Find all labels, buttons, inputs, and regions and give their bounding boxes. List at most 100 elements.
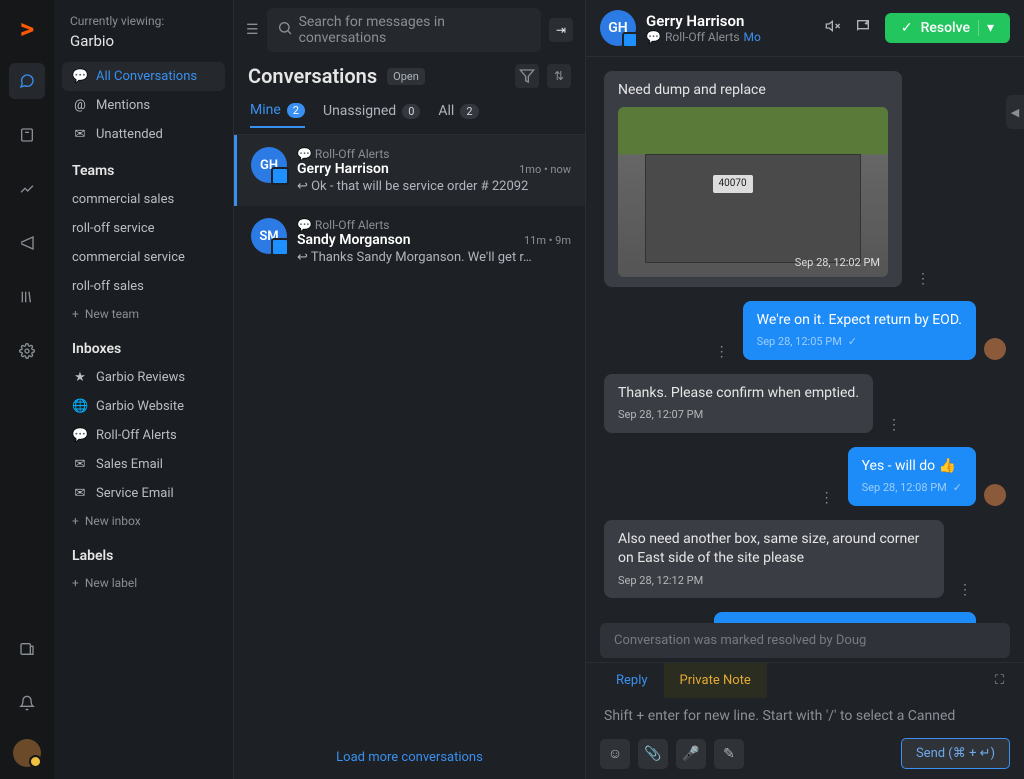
- team-label: commercial sales: [72, 192, 174, 207]
- tab-all[interactable]: All2: [438, 102, 478, 128]
- agent-avatar[interactable]: [984, 484, 1006, 506]
- message-menu-icon[interactable]: ⋮: [709, 344, 735, 360]
- sidebar-item-icon: 💬: [72, 69, 88, 84]
- inbox-item[interactable]: 🌐 Garbio Website: [62, 392, 225, 421]
- compose-input[interactable]: Shift + enter for new line. Start with '…: [600, 698, 1010, 738]
- team-item[interactable]: commercial service: [62, 243, 225, 272]
- sidebar-item-icon: @: [72, 98, 88, 113]
- rail-campaigns-icon[interactable]: [9, 225, 45, 261]
- chevron-down-icon[interactable]: ▾: [978, 20, 994, 36]
- conversations-panel: ☰ Search for messages in conversations ⇥…: [234, 0, 586, 779]
- inbox-label: Garbio Website: [96, 399, 184, 414]
- send-transcript-icon[interactable]: [855, 18, 871, 38]
- sidebar-item-unattended[interactable]: ✉ Unattended: [62, 120, 225, 149]
- check-icon: ✓: [901, 20, 913, 36]
- expand-sidepanel-icon[interactable]: ◀: [1006, 95, 1024, 129]
- labels-section-title: Labels: [62, 534, 225, 570]
- user-avatar[interactable]: [13, 739, 41, 767]
- more-link[interactable]: Mo: [744, 30, 761, 44]
- message-row: Thanks. Please confirm when emptied. Sep …: [604, 374, 1006, 433]
- inbox-icon: 💬: [72, 428, 88, 443]
- inbox-item[interactable]: ★Garbio Reviews: [62, 363, 225, 392]
- chat-channel-name: Roll-Off Alerts: [665, 30, 740, 44]
- team-item[interactable]: commercial sales: [62, 185, 225, 214]
- sidebar-item-label: Mentions: [96, 98, 150, 113]
- tab-mine[interactable]: Mine2: [250, 102, 305, 128]
- conversation-item[interactable]: SM 💬 Roll-Off Alerts Sandy Morganson11m …: [234, 206, 585, 277]
- expand-icon[interactable]: ⛶: [989, 663, 1010, 698]
- inbox-label: Roll-Off Alerts: [96, 428, 177, 443]
- audio-icon[interactable]: 🎤: [676, 739, 706, 769]
- sidebar: Currently viewing: Garbio 💬All Conversat…: [54, 0, 234, 779]
- team-label: roll-off sales: [72, 279, 144, 294]
- rail-contacts-icon[interactable]: [9, 117, 45, 153]
- menu-icon[interactable]: ☰: [246, 22, 259, 38]
- message-menu-icon[interactable]: ⋮: [814, 490, 840, 506]
- sidebar-item-icon: ✉: [72, 127, 88, 142]
- filter-icon[interactable]: [515, 64, 539, 88]
- sidebar-item-label: Unattended: [96, 127, 163, 142]
- message-timestamp: Sep 28, 12:07 PM: [618, 407, 859, 422]
- search-input[interactable]: Search for messages in conversations: [267, 8, 541, 52]
- contact-avatar[interactable]: GH: [600, 10, 636, 46]
- inbox-label: Sales Email: [96, 457, 163, 472]
- outgoing-bubble: Ok - that will be service order # 22092S…: [714, 612, 976, 623]
- incoming-bubble: Also need another box, same size, around…: [604, 520, 944, 599]
- inbox-icon: 🌐: [72, 399, 88, 414]
- sidebar-item-all-conversations[interactable]: 💬 All Conversations: [62, 62, 225, 91]
- message-attachment[interactable]: 40070Sep 28, 12:02 PM: [618, 107, 888, 277]
- rail-settings-icon[interactable]: [9, 333, 45, 369]
- rail-library-icon[interactable]: [9, 279, 45, 315]
- inbox-item[interactable]: ✉Service Email: [62, 479, 225, 508]
- inbox-item[interactable]: 💬 Roll-Off Alerts: [62, 421, 225, 450]
- tab-count: 0: [402, 104, 420, 119]
- new-inbox-button[interactable]: +New inbox: [62, 508, 225, 534]
- inbox-label: Service Email: [96, 486, 174, 501]
- new-team-button[interactable]: +New team: [62, 301, 225, 327]
- incoming-bubble: Thanks. Please confirm when emptied. Sep …: [604, 374, 873, 433]
- rail-docs-icon[interactable]: [9, 631, 45, 667]
- tab-unassigned[interactable]: Unassigned0: [323, 102, 420, 128]
- team-item[interactable]: roll-off sales: [62, 272, 225, 301]
- load-more-button[interactable]: Load more conversations: [234, 736, 585, 779]
- message-menu-icon[interactable]: ⋮: [881, 417, 907, 433]
- resolve-button[interactable]: ✓ Resolve ▾: [885, 13, 1010, 43]
- conversation-time: 1mo • now: [519, 163, 571, 176]
- message-text: We're on it. Expect return by EOD.: [757, 311, 962, 331]
- outgoing-bubble: Yes - will do 👍Sep 28, 12:08 PM ✓: [848, 447, 976, 506]
- mute-icon[interactable]: [825, 18, 841, 38]
- collapse-icon[interactable]: ⇥: [549, 18, 573, 42]
- teams-section-title: Teams: [62, 149, 225, 185]
- check-icon: ✓: [848, 334, 857, 349]
- sidebar-item-label: All Conversations: [96, 69, 197, 84]
- rail-reports-icon[interactable]: [9, 171, 45, 207]
- emoji-icon[interactable]: ☺: [600, 739, 630, 769]
- workspace-name[interactable]: Garbio: [62, 32, 225, 62]
- team-item[interactable]: roll-off service: [62, 214, 225, 243]
- rich-editor-icon[interactable]: ✎: [714, 739, 744, 769]
- sidebar-item-mentions[interactable]: @ Mentions: [62, 91, 225, 120]
- new-label-button[interactable]: +New label: [62, 570, 225, 596]
- incoming-bubble: Need dump and replace40070Sep 28, 12:02 …: [604, 71, 902, 287]
- agent-avatar[interactable]: [984, 338, 1006, 360]
- tab-count: 2: [460, 104, 478, 119]
- chat-header: GH Gerry Harrison 💬 Roll-Off Alerts Mo ✓…: [586, 0, 1024, 57]
- message-menu-icon[interactable]: ⋮: [952, 582, 978, 598]
- reply-tab[interactable]: Reply: [600, 663, 664, 698]
- team-label: commercial service: [72, 250, 185, 265]
- app-logo: >: [20, 12, 34, 45]
- message-menu-icon[interactable]: ⋮: [910, 271, 936, 287]
- inbox-item[interactable]: ✉Sales Email: [62, 450, 225, 479]
- contact-name[interactable]: Gerry Harrison: [646, 12, 761, 30]
- private-note-tab[interactable]: Private Note: [664, 663, 767, 698]
- rail-notifications-icon[interactable]: [9, 685, 45, 721]
- status-badge[interactable]: Open: [387, 68, 425, 85]
- conversation-item[interactable]: GH 💬 Roll-Off Alerts Gerry Harrison1mo •…: [234, 135, 585, 206]
- conversation-channel: 💬 Roll-Off Alerts: [297, 147, 571, 161]
- attach-icon[interactable]: 📎: [638, 739, 668, 769]
- panel-title: Conversations: [248, 64, 377, 88]
- send-button[interactable]: Send (⌘ + ↵): [901, 738, 1010, 769]
- message-text: Thanks. Please confirm when emptied.: [618, 384, 859, 404]
- rail-conversations-icon[interactable]: [9, 63, 45, 99]
- sort-icon[interactable]: ⇅: [547, 64, 571, 88]
